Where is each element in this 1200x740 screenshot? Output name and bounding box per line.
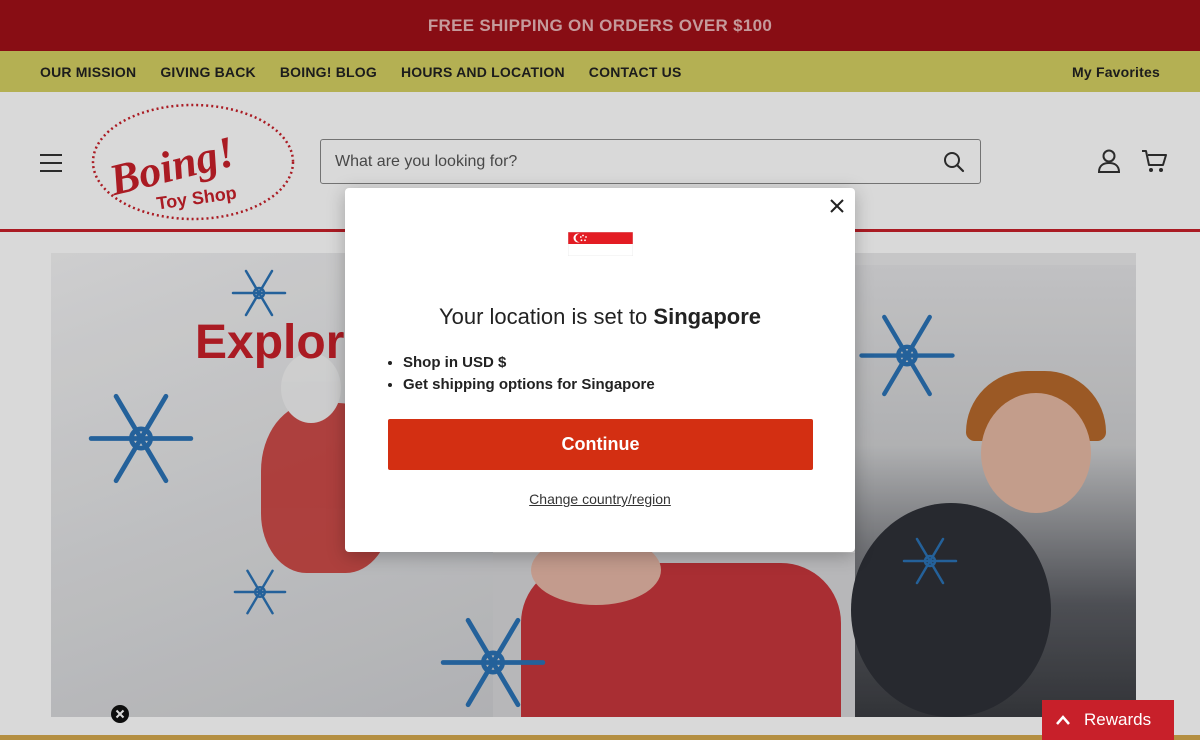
singapore-flag-icon: [568, 232, 633, 256]
continue-button[interactable]: Continue: [388, 419, 813, 470]
list-item: Get shipping options for Singapore: [403, 376, 655, 393]
location-country: Singapore: [653, 304, 761, 329]
close-icon[interactable]: [828, 197, 846, 215]
location-benefits-list: Shop in USD $ Get shipping options for S…: [403, 354, 655, 398]
location-heading: Your location is set to Singapore: [345, 304, 855, 330]
rewards-button[interactable]: Rewards: [1042, 700, 1174, 740]
change-country-link[interactable]: Change country/region: [345, 491, 855, 507]
rewards-label: Rewards: [1084, 710, 1152, 729]
list-item: Shop in USD $: [403, 354, 655, 371]
chevron-up-icon: [1056, 715, 1070, 725]
location-heading-prefix: Your location is set to: [438, 304, 654, 329]
location-modal: Your location is set to Singapore Shop i…: [345, 188, 855, 552]
